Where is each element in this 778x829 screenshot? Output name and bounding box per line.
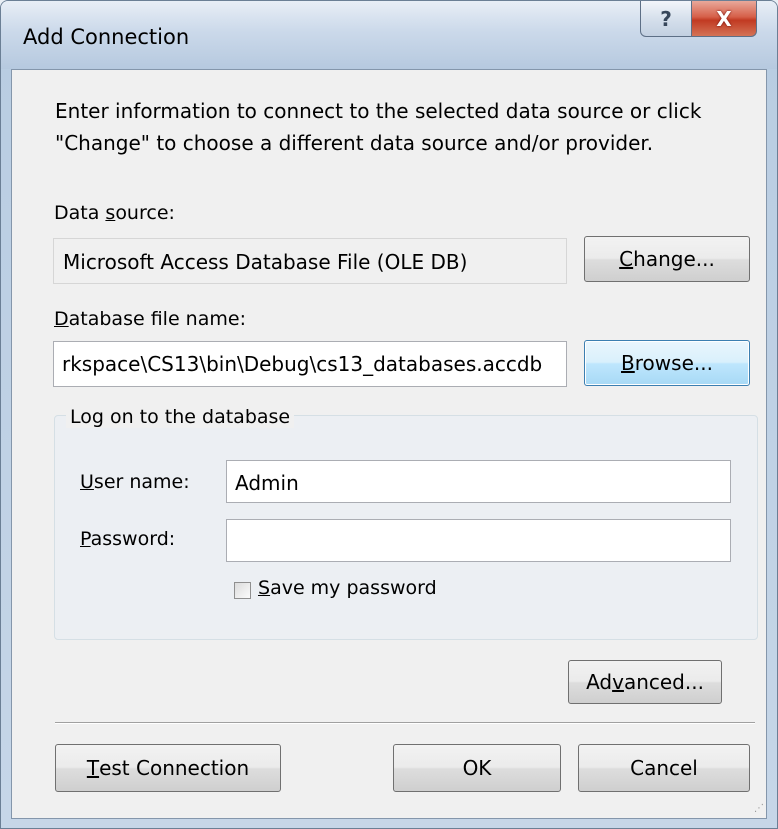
database-file-label-accel: D — [54, 308, 69, 330]
advanced-button-label: anced... — [623, 670, 704, 694]
ok-button-label: OK — [462, 756, 492, 780]
user-name-input[interactable]: Admin — [226, 460, 731, 503]
database-file-input[interactable]: rkspace\CS13\bin\Debug\cs13_databases.ac… — [53, 341, 567, 387]
dialog-title: Add Connection — [23, 25, 190, 49]
title-bar[interactable]: Add Connection ? X — [1, 1, 777, 69]
change-button-label: hange... — [633, 247, 715, 271]
data-source-label-accel: s — [105, 202, 116, 224]
data-source-label: Data source: — [54, 202, 175, 224]
change-button-accel: C — [619, 247, 634, 271]
user-name-label: User name: — [80, 471, 190, 493]
save-password-label-rest: ave my password — [270, 577, 437, 599]
cancel-button-label: Cancel — [630, 756, 698, 780]
change-button[interactable]: Change... — [584, 236, 750, 282]
cancel-button[interactable]: Cancel — [578, 744, 750, 792]
advanced-button[interactable]: Ad v anced... — [568, 660, 722, 704]
advanced-button-accel: v — [612, 670, 624, 694]
data-source-field: Microsoft Access Database File (OLE DB) — [53, 238, 567, 284]
add-connection-dialog: Add Connection ? X Enter information to … — [0, 0, 778, 829]
save-password-label[interactable]: Save my password — [258, 577, 437, 599]
browse-button-accel: B — [621, 351, 635, 375]
save-password-checkbox[interactable] — [234, 582, 251, 599]
logon-legend: Log on to the database — [66, 406, 295, 428]
browse-button[interactable]: Browse... — [584, 340, 750, 386]
advanced-button-prefix: Ad — [586, 670, 613, 694]
resize-grip-icon[interactable]: ⋰ — [750, 802, 764, 816]
user-name-label-rest: ser name: — [93, 471, 190, 493]
intro-text: Enter information to connect to the sele… — [55, 99, 702, 155]
close-button[interactable]: X — [691, 1, 757, 37]
user-name-label-accel: U — [80, 471, 94, 493]
data-source-label-rest: ource: — [115, 202, 175, 224]
save-password-label-accel: S — [258, 577, 271, 599]
ok-button[interactable]: OK — [393, 744, 561, 792]
password-input[interactable] — [226, 519, 731, 562]
password-label: Password: — [80, 528, 175, 550]
test-connection-button[interactable]: Test Connection — [55, 744, 281, 792]
database-file-label-rest: atabase file name: — [68, 308, 246, 330]
dialog-body: Enter information to connect to the sele… — [11, 69, 767, 819]
password-label-rest: assword: — [90, 528, 176, 550]
test-connection-label: est Connection — [99, 756, 250, 780]
test-connection-accel: T — [86, 756, 100, 780]
database-file-label: Database file name: — [54, 308, 246, 330]
data-source-label-prefix: Data — [54, 202, 106, 224]
help-button[interactable]: ? — [640, 1, 692, 37]
button-divider — [55, 722, 755, 724]
password-label-accel: P — [80, 528, 91, 550]
browse-button-label: rowse... — [634, 351, 713, 375]
close-icon: X — [716, 6, 732, 31]
help-icon: ? — [660, 6, 672, 31]
